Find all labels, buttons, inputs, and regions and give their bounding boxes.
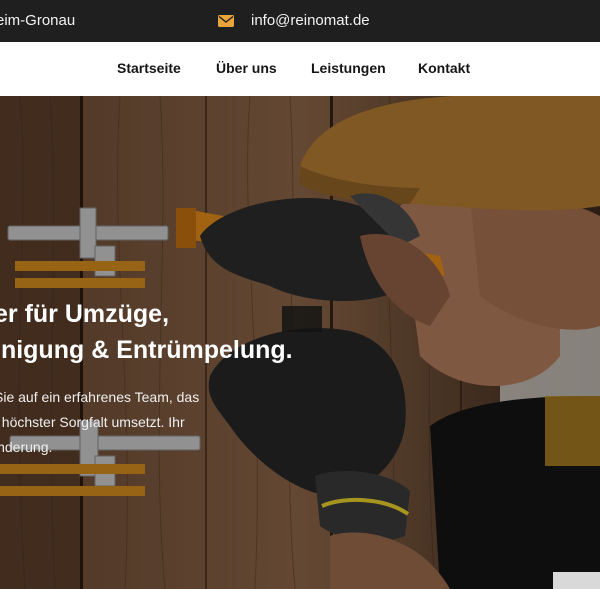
nav-item-ueber-uns[interactable]: Über uns	[216, 60, 277, 76]
hero-section: er für Umzüge, inigung & Entrümpelung. S…	[0, 96, 600, 589]
hero-headline-line: inigung & Entrümpelung.	[0, 336, 293, 364]
top-info-bar: eim-Gronau info@reinomat.de	[0, 0, 600, 42]
hero-intro-line: t höchster Sorgfalt umsetzt. Ihr	[0, 414, 185, 430]
address-text: eim-Gronau	[0, 12, 76, 29]
nav-item-leistungen[interactable]: Leistungen	[311, 60, 386, 76]
hero-headline-line: er für Umzüge,	[0, 300, 170, 328]
hero-intro-text: Sie auf ein erfahrenes Team, das t höchs…	[0, 385, 199, 460]
email-contact[interactable]: info@reinomat.de	[218, 12, 370, 29]
nav-item-startseite[interactable]: Startseite	[117, 60, 181, 76]
main-navigation: Startseite Über uns Leistungen Kontakt	[0, 42, 600, 96]
scroll-to-top-button[interactable]	[553, 572, 600, 589]
email-link[interactable]: info@reinomat.de	[251, 12, 370, 29]
nav-item-kontakt[interactable]: Kontakt	[418, 60, 470, 76]
hero-intro-line: Sie auf ein erfahrenes Team, das	[0, 389, 200, 405]
envelope-icon	[218, 14, 234, 27]
hero-intro-line: inderung.	[0, 439, 53, 455]
hero-headline: er für Umzüge, inigung & Entrümpelung.	[0, 296, 293, 368]
